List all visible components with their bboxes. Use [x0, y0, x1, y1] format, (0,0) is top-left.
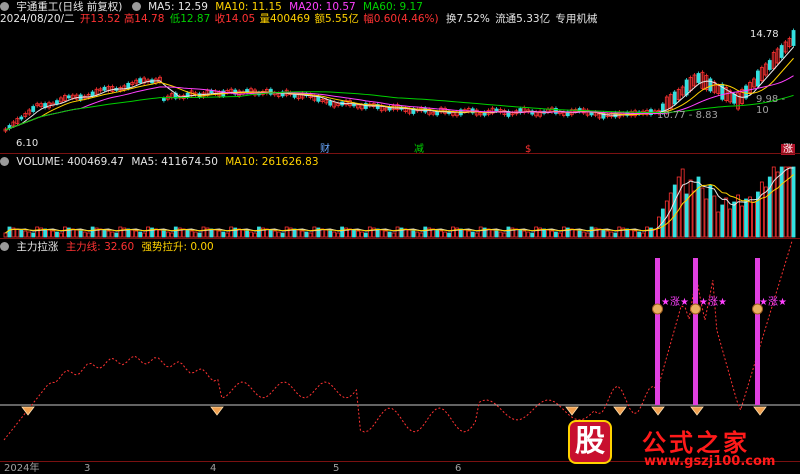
- strong-rise-bar: [655, 258, 660, 405]
- watermark-brand: 公式之家: [642, 428, 750, 457]
- buy-signal-diamond: [210, 406, 224, 416]
- axis-label-year: 2024年: [4, 463, 40, 474]
- main-force-line: [3, 240, 793, 441]
- strong-rise-bar: [693, 258, 698, 405]
- axis-label-month: 4: [210, 463, 217, 474]
- watermark-url: www.gszj100.com: [644, 454, 776, 469]
- buy-signal-diamond: [651, 406, 665, 416]
- axis-label-month: 3: [84, 463, 91, 474]
- rise-signal-label: ★涨★: [699, 297, 727, 308]
- buy-signal-diamond: [21, 406, 35, 416]
- indicator-chart[interactable]: [0, 0, 800, 474]
- buy-signal-diamond: [565, 406, 579, 416]
- rise-signal-label: ★涨★: [759, 297, 787, 308]
- rise-signal-label: ★涨★: [661, 297, 689, 308]
- buy-signal-diamond: [753, 406, 767, 416]
- axis-label-month: 6: [455, 463, 462, 474]
- buy-signal-diamond: [613, 406, 627, 416]
- watermark: 股 公式之家 www.gszj100.com: [560, 420, 800, 474]
- axis-label-month: 5: [333, 463, 340, 474]
- watermark-logo: 股: [570, 422, 610, 462]
- buy-signal-diamond: [690, 406, 704, 416]
- strong-rise-bar: [755, 258, 760, 405]
